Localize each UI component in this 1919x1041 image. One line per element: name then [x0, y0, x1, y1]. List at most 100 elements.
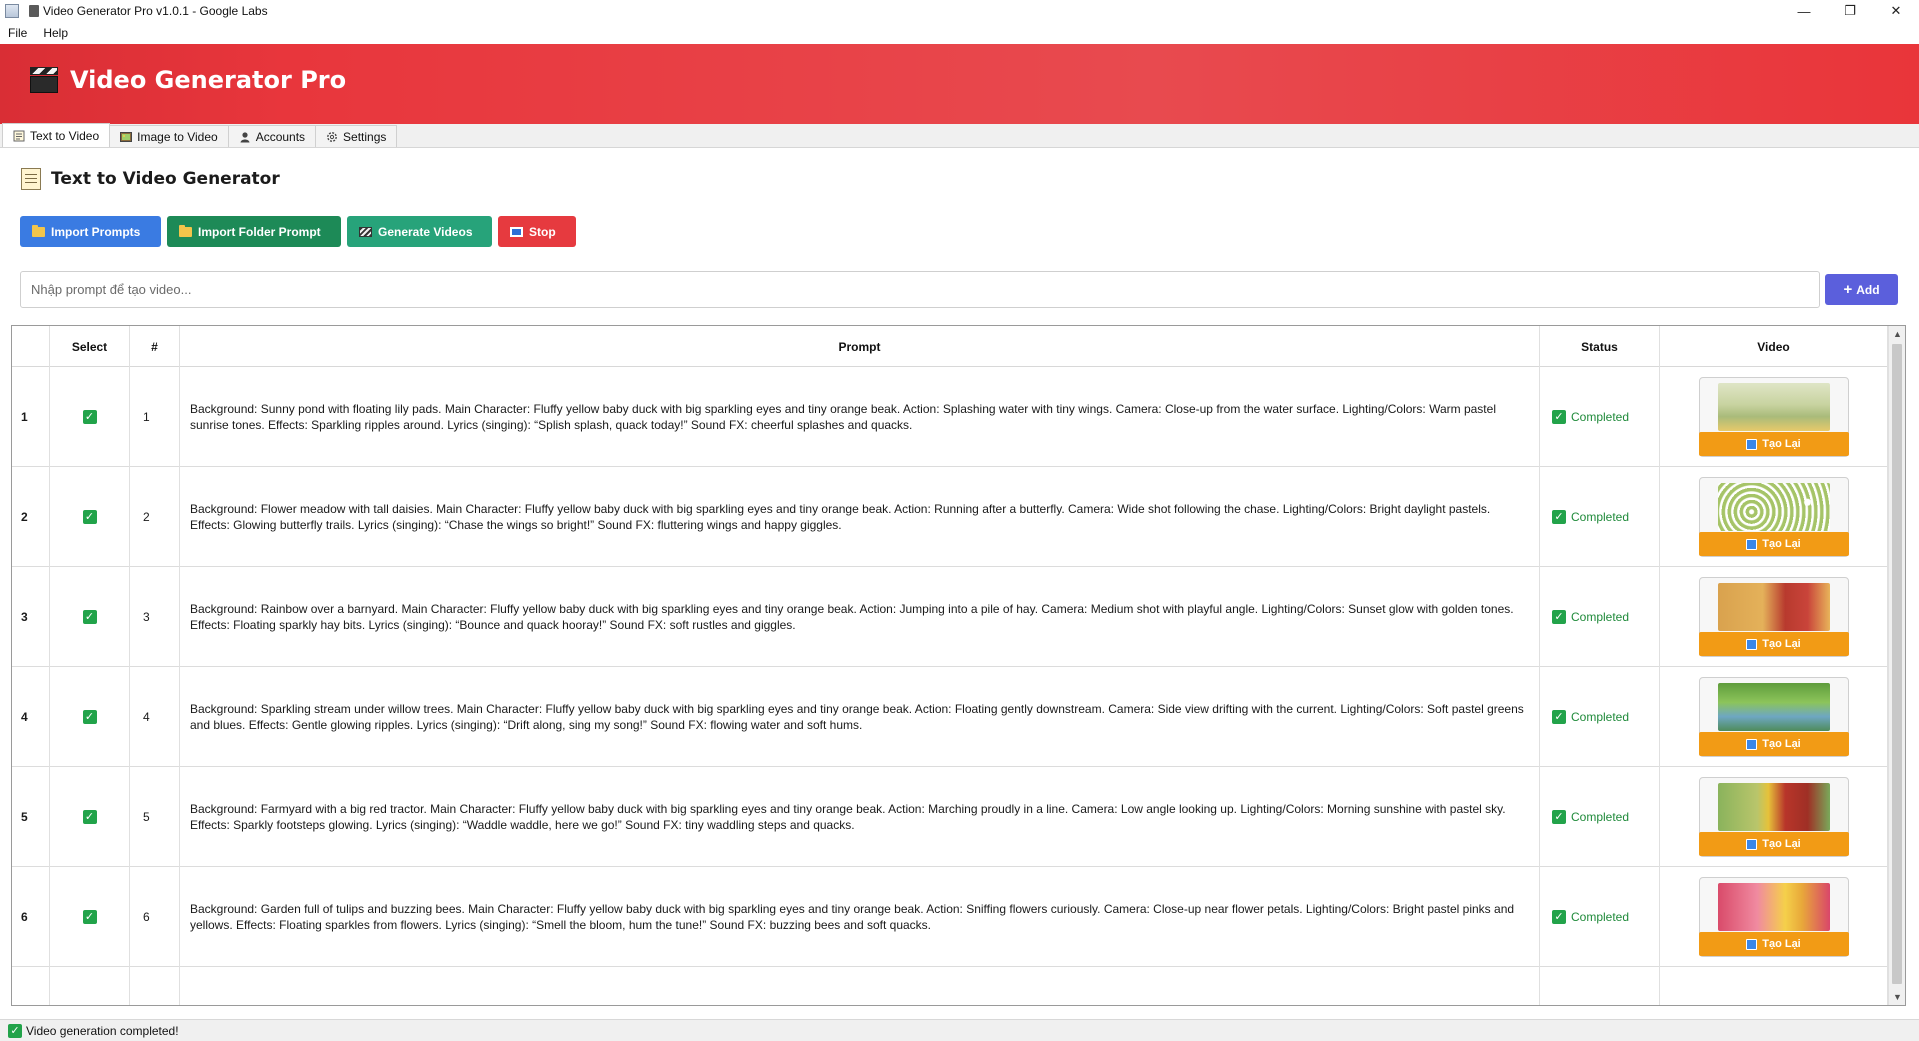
- video-card: Tạo Lại: [1698, 477, 1849, 557]
- row-index: [12, 967, 50, 1005]
- button-label: Tạo Lại: [1762, 538, 1801, 550]
- prompt-text: Background: Rainbow over a barnyard. Mai…: [180, 567, 1540, 667]
- table-scrollbar[interactable]: ▲ ▼: [1888, 326, 1905, 1005]
- add-prompt-button[interactable]: + Add: [1825, 274, 1898, 305]
- button-label: Add: [1856, 282, 1880, 297]
- maximize-icon[interactable]: ❐: [1827, 0, 1873, 22]
- select-cell: ✓: [50, 467, 130, 567]
- memo-icon: [21, 168, 41, 190]
- button-label: Tạo Lại: [1762, 838, 1801, 850]
- video-thumbnail[interactable]: [1717, 583, 1830, 631]
- check-icon: ✓: [1552, 710, 1566, 724]
- select-checkbox[interactable]: ✓: [82, 510, 97, 524]
- status-badge: ✓ Completed: [1552, 510, 1629, 524]
- row-number: 3: [130, 567, 180, 667]
- select-cell: ✓: [50, 667, 130, 767]
- button-label: Import Folder Prompt: [198, 224, 321, 239]
- scroll-up-icon[interactable]: ▲: [1889, 326, 1905, 342]
- refresh-icon: [1746, 938, 1758, 950]
- column-header-video[interactable]: Video: [1660, 326, 1888, 367]
- video-thumbnail[interactable]: [1717, 683, 1830, 731]
- button-label: Tạo Lại: [1762, 938, 1801, 950]
- menu-file[interactable]: File: [0, 26, 35, 40]
- select-checkbox[interactable]: ✓: [82, 910, 97, 924]
- table-row[interactable]: 3 ✓ 3 Background: Rainbow over a barnyar…: [12, 567, 1888, 667]
- video-thumbnail[interactable]: [1717, 383, 1830, 431]
- text-to-video-panel: Text to Video Generator Import Prompts I…: [0, 148, 1919, 1015]
- tab-label: Image to Video: [137, 129, 218, 144]
- video-thumbnail[interactable]: [1717, 783, 1830, 831]
- row-index: 2: [12, 467, 50, 567]
- prompt-input[interactable]: [20, 271, 1820, 308]
- regenerate-button[interactable]: Tạo Lại: [1698, 632, 1849, 656]
- table-row[interactable]: 4 ✓ 4 Background: Sparkling stream under…: [12, 667, 1888, 767]
- select-checkbox[interactable]: ✓: [82, 610, 97, 624]
- select-cell: ✓: [50, 367, 130, 467]
- folder-icon: [32, 224, 45, 237]
- tab-text-to-video[interactable]: Text to Video: [2, 123, 111, 147]
- menu-help[interactable]: Help: [35, 26, 76, 40]
- column-header-number[interactable]: #: [130, 326, 180, 367]
- video-thumbnail[interactable]: [1717, 483, 1830, 531]
- import-folder-prompt-button[interactable]: Import Folder Prompt: [167, 216, 341, 247]
- menubar: File Help: [0, 22, 1919, 44]
- window-titlebar: Video Generator Pro v1.0.1 - Google Labs…: [0, 0, 1919, 22]
- scroll-down-icon[interactable]: ▼: [1889, 989, 1905, 1005]
- row-number: [130, 967, 180, 1005]
- tab-settings[interactable]: Settings: [315, 125, 398, 147]
- select-cell: ✓: [50, 767, 130, 867]
- column-header-select[interactable]: Select: [50, 326, 130, 367]
- scrollbar-thumb[interactable]: [1892, 344, 1902, 984]
- button-label: Generate Videos: [378, 224, 473, 239]
- picture-icon: [120, 131, 133, 142]
- table-row[interactable]: 2 ✓ 2 Background: Flower meadow with tal…: [12, 467, 1888, 567]
- column-header-prompt[interactable]: Prompt: [180, 326, 1540, 367]
- status-text: Completed: [1571, 910, 1630, 924]
- select-checkbox[interactable]: ✓: [82, 410, 97, 424]
- status-badge: ✓ Completed: [1552, 410, 1629, 424]
- select-checkbox[interactable]: ✓: [82, 710, 97, 724]
- refresh-icon: [1746, 738, 1758, 750]
- action-toolbar: Import Prompts Import Folder Prompt Gene…: [20, 216, 582, 247]
- check-icon: ✓: [1552, 810, 1566, 824]
- prompt-text: [180, 967, 1540, 1005]
- generate-videos-button[interactable]: Generate Videos: [347, 216, 492, 247]
- check-icon: ✓: [1552, 610, 1566, 624]
- row-number: 5: [130, 767, 180, 867]
- table-header: Select # Prompt Status Video: [12, 326, 1888, 367]
- table-row[interactable]: 5 ✓ 5 Background: Farmyard with a big re…: [12, 767, 1888, 867]
- tab-accounts[interactable]: Accounts: [227, 125, 317, 147]
- stop-button[interactable]: Stop: [498, 216, 576, 247]
- regenerate-button[interactable]: Tạo Lại: [1698, 732, 1849, 756]
- row-number: 1: [130, 367, 180, 467]
- video-cell: Tạo Lại: [1660, 467, 1888, 567]
- person-icon: [240, 131, 250, 142]
- table-row[interactable]: 6 ✓ 6 Background: Garden full of tulips …: [12, 867, 1888, 967]
- regenerate-button[interactable]: Tạo Lại: [1698, 932, 1849, 956]
- import-prompts-button[interactable]: Import Prompts: [20, 216, 161, 247]
- status-cell: ✓ Completed: [1540, 367, 1660, 467]
- prompts-table: Select # Prompt Status Video 1 ✓ 1 Backg…: [11, 325, 1906, 1006]
- memo-icon: [13, 130, 25, 141]
- refresh-icon: [1746, 438, 1758, 450]
- tab-bar: Text to Video Image to Video Accounts Se…: [0, 123, 1919, 148]
- status-cell: [1540, 967, 1660, 1005]
- video-thumbnail[interactable]: [1717, 883, 1830, 931]
- button-label: Import Prompts: [51, 224, 141, 239]
- select-cell: [50, 967, 130, 1005]
- video-card: Tạo Lại: [1698, 877, 1849, 957]
- window-controls: — ❐ ✕: [1781, 0, 1919, 22]
- minimize-icon[interactable]: —: [1781, 0, 1827, 22]
- prompt-text: Background: Flower meadow with tall dais…: [180, 467, 1540, 567]
- video-cell: Tạo Lại: [1660, 767, 1888, 867]
- select-checkbox[interactable]: ✓: [82, 810, 97, 824]
- regenerate-button[interactable]: Tạo Lại: [1698, 432, 1849, 456]
- tab-image-to-video[interactable]: Image to Video: [109, 125, 229, 147]
- column-header-status[interactable]: Status: [1540, 326, 1660, 367]
- regenerate-button[interactable]: Tạo Lại: [1698, 832, 1849, 856]
- status-badge: ✓ Completed: [1552, 910, 1629, 924]
- table-row[interactable]: 1 ✓ 1 Background: Sunny pond with floati…: [12, 367, 1888, 467]
- regenerate-button[interactable]: Tạo Lại: [1698, 532, 1849, 556]
- close-icon[interactable]: ✕: [1873, 0, 1919, 22]
- video-cell: [1660, 967, 1888, 1005]
